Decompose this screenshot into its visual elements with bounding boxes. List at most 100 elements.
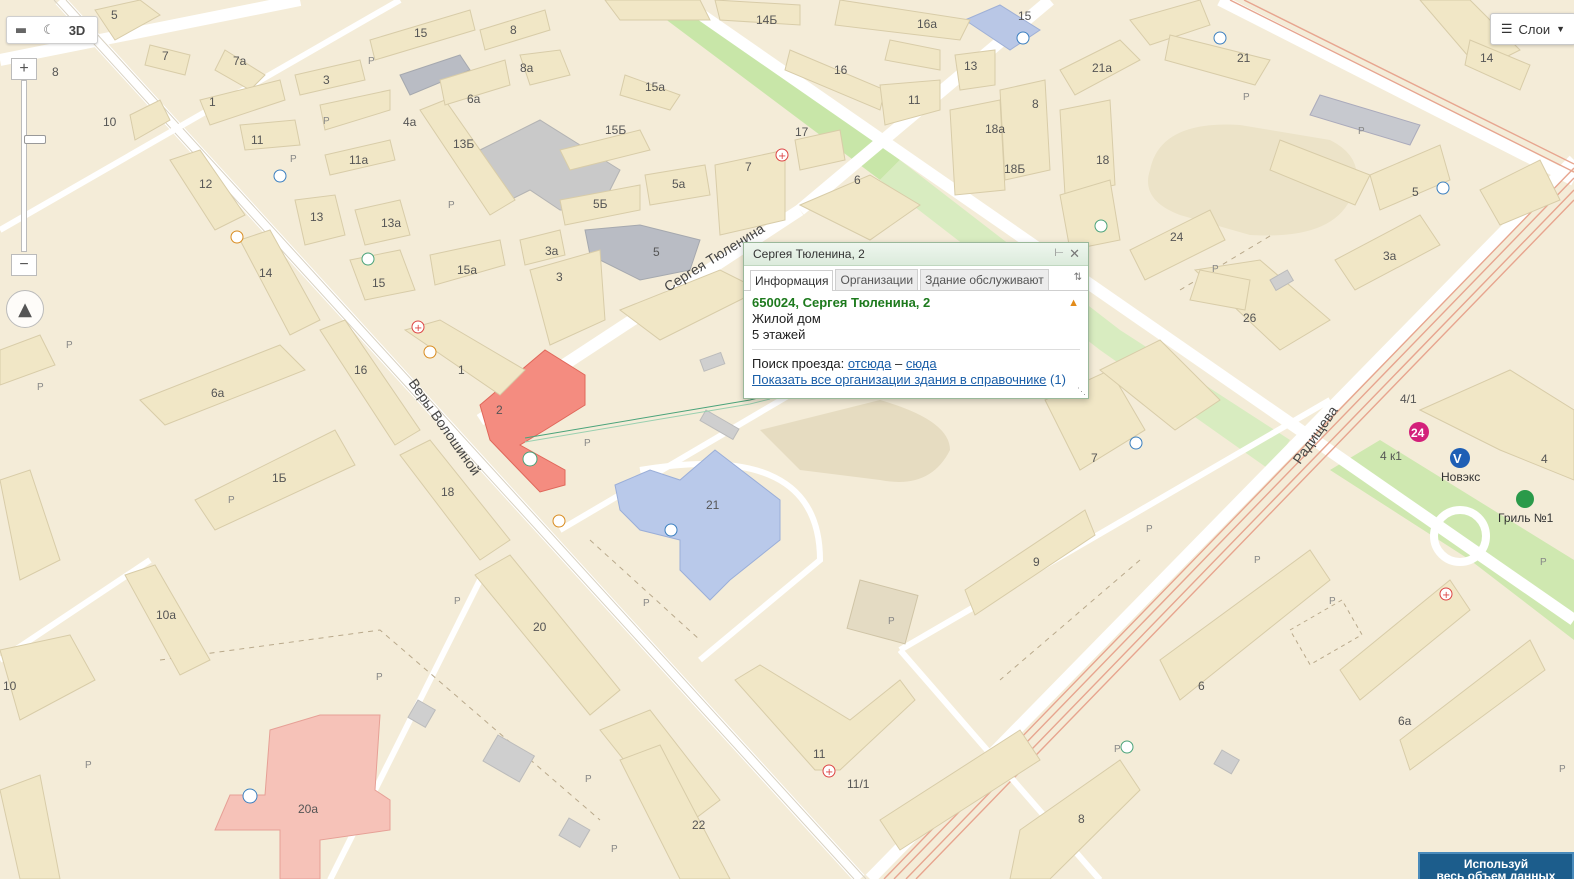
svg-text:+: +: [414, 323, 422, 334]
route-search-row: Поиск проезда: отсюда – сюда: [752, 356, 1080, 372]
building-number: 15: [372, 276, 386, 290]
tabs-scroll-icon[interactable]: ⇅: [1074, 272, 1082, 283]
building-number: 11/1: [847, 777, 870, 791]
route-from-link[interactable]: отсюда: [848, 356, 892, 371]
svg-text:P: P: [66, 340, 73, 351]
svg-text:P: P: [454, 596, 461, 607]
close-icon[interactable]: ✕: [1069, 246, 1080, 262]
building-number: 21а: [1092, 61, 1112, 75]
building-number: 15а: [645, 80, 665, 94]
svg-text:P: P: [368, 56, 375, 67]
building-number: 26: [1243, 311, 1257, 325]
map-toolbar: ▬ ☾ 3D: [6, 16, 98, 44]
building-number: 6: [1198, 679, 1205, 693]
resize-grip-icon[interactable]: ⋱: [1077, 386, 1086, 397]
svg-text:P: P: [1212, 264, 1219, 275]
organizations-count: (1): [1050, 372, 1066, 387]
building-number: 13Б: [453, 137, 474, 151]
building-number: 2: [496, 403, 503, 417]
building-number: 3а: [545, 244, 559, 258]
building-number: 3: [556, 270, 563, 284]
compass-icon[interactable]: ▲: [6, 290, 44, 328]
svg-text:P: P: [1358, 126, 1365, 137]
building-number: 7а: [233, 54, 247, 68]
building-number: 9: [1033, 555, 1040, 569]
svg-text:P: P: [376, 672, 383, 683]
route-to-link[interactable]: сюда: [906, 356, 937, 371]
building-number: 6а: [467, 92, 481, 106]
tab-information[interactable]: Информация: [750, 270, 834, 291]
building-number: 18: [441, 485, 455, 499]
svg-text:P: P: [1114, 744, 1121, 755]
promo-line: весь объем данных: [1436, 869, 1556, 879]
pin-icon[interactable]: ⊢: [1054, 246, 1064, 259]
ruler-icon[interactable]: ▬: [7, 18, 35, 42]
24h-badge-label: 24: [1411, 426, 1425, 440]
svg-text:P: P: [1329, 596, 1336, 607]
svg-text:P: P: [1540, 557, 1547, 568]
building-number: 5Б: [593, 197, 608, 211]
building-number: 5: [1412, 185, 1419, 199]
zoom-in-button[interactable]: +: [11, 58, 37, 80]
svg-text:P: P: [323, 116, 330, 127]
promo-banner[interactable]: Используй весь объем данных: [1418, 852, 1574, 879]
building-number: 11а: [349, 153, 368, 167]
building-number: 15: [1018, 9, 1032, 23]
svg-text:P: P: [611, 844, 618, 855]
building-number: 13а: [381, 216, 401, 230]
building-number: 10: [3, 679, 17, 693]
layers-icon: ☰: [1500, 21, 1513, 36]
poi-label: Новэкс: [1441, 470, 1480, 484]
building-number: 5а: [672, 177, 686, 191]
zoom-slider-track[interactable]: [21, 80, 46, 252]
svg-text:P: P: [37, 382, 44, 393]
tab-serving-organizations[interactable]: Здание обслуживают: [920, 269, 1049, 290]
building-number: 1Б: [272, 471, 287, 485]
building-number: 18а: [985, 122, 1005, 136]
building-number: 22: [692, 818, 706, 832]
building-number: 17: [795, 125, 809, 139]
svg-text:+: +: [825, 767, 833, 778]
building-number: 15Б: [605, 123, 626, 137]
building-number: 21: [1237, 51, 1251, 65]
chevron-down-icon: ▼: [1556, 24, 1566, 34]
building-number: 13: [310, 210, 324, 224]
building-number: 14Б: [756, 13, 777, 27]
building-type: Жилой дом: [752, 311, 821, 326]
zoom-out-button[interactable]: −: [11, 254, 37, 276]
building-number: 7: [162, 49, 169, 63]
show-organizations-link[interactable]: Показать все организации здания в справо…: [752, 372, 1046, 387]
building-number: 4/1: [1400, 392, 1417, 406]
tab-organizations[interactable]: Организации: [835, 269, 919, 290]
zoom-slider-thumb[interactable]: [24, 135, 46, 144]
building-number: 5: [653, 245, 660, 259]
building-number: 11: [813, 747, 826, 761]
svg-text:V: V: [1453, 451, 1462, 466]
map-canvas[interactable]: 5 15 14Б 16а 15 21 14 8 8 7 7а 3 1 10 11…: [0, 0, 1574, 879]
svg-text:+: +: [778, 151, 786, 162]
building-number: 8: [1078, 812, 1085, 826]
building-number: 3: [323, 73, 330, 87]
cafe-grill-icon: [1516, 490, 1534, 508]
warning-icon[interactable]: ▲: [1068, 297, 1079, 309]
building-number: 4а: [403, 115, 417, 129]
building-number: 4: [1541, 452, 1548, 466]
3d-toggle-button[interactable]: 3D: [63, 18, 91, 42]
svg-text:P: P: [1243, 92, 1250, 103]
svg-text:P: P: [448, 200, 455, 211]
building-number: 12: [199, 177, 213, 191]
svg-text:P: P: [85, 760, 92, 771]
building-number: 18Б: [1004, 162, 1025, 176]
svg-text:P: P: [290, 154, 297, 165]
svg-text:P: P: [1146, 524, 1153, 535]
building-number: 8: [1032, 97, 1039, 111]
building-number: 20: [533, 620, 547, 634]
building-address: 650024, Сергея Тюленина, 2: [752, 295, 931, 310]
moon-icon[interactable]: ☾: [35, 18, 63, 42]
building-number: 18: [1096, 153, 1110, 167]
layers-button[interactable]: ☰ Слои ▼: [1490, 13, 1574, 45]
building-number: 8: [52, 65, 59, 79]
building-info-popup: Сергея Тюленина, 2 ⊢ ✕ Информация Органи…: [743, 242, 1089, 399]
svg-text:P: P: [584, 438, 591, 449]
building-number: 20а: [298, 802, 318, 816]
